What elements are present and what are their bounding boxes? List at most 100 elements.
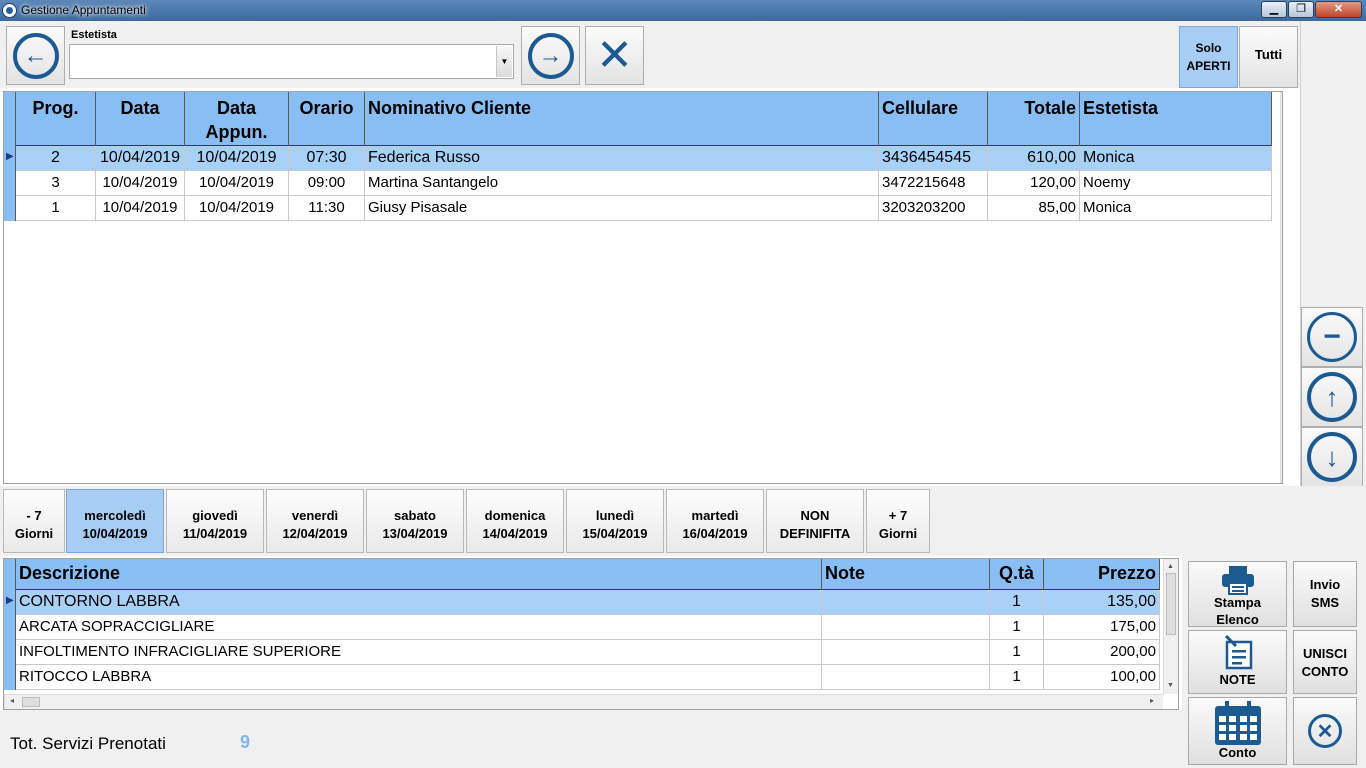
next-week-button[interactable]: + 7 Giorni xyxy=(866,489,930,553)
move-down-button[interactable]: ↓ xyxy=(1301,427,1363,487)
cell-data[interactable]: 10/04/2019 xyxy=(96,196,185,221)
col-descrizione[interactable]: Descrizione xyxy=(16,559,822,590)
unisci-conto-button[interactable]: UNISCI CONTO xyxy=(1293,630,1357,694)
cell-note[interactable] xyxy=(822,590,990,615)
cell-note[interactable] xyxy=(822,665,990,690)
day-button[interactable]: martedì 16/04/2019 xyxy=(666,489,764,553)
service-row[interactable]: RITOCCO LABBRA 1 100,00 xyxy=(4,665,1160,690)
service-row[interactable]: INFOLTIMENTO INFRACIGLIARE SUPERIORE 1 200… xyxy=(4,640,1160,665)
cell-desc[interactable]: CONTORNO LABBRA xyxy=(16,590,822,615)
cell-desc[interactable]: RITOCCO LABBRA xyxy=(16,665,822,690)
clear-button[interactable]: ✕ xyxy=(585,26,644,85)
appointment-row[interactable]: 1 10/04/2019 10/04/2019 11:30 Giusy Pisasale… xyxy=(4,196,1272,221)
services-grid[interactable]: Descrizione Note Q.tà Prezzo ▶ CONTORNO L… xyxy=(3,558,1179,710)
appointment-row[interactable]: ▶ 2 10/04/2019 10/04/2019 07:30 Federica Russ… xyxy=(4,146,1272,171)
services-hscroll[interactable]: ◂ ▸ xyxy=(4,694,1163,709)
col-note[interactable]: Note xyxy=(822,559,990,590)
cell-orario[interactable]: 11:30 xyxy=(289,196,365,221)
cell-nome[interactable]: Federica Russo xyxy=(365,146,879,171)
cell-estetista[interactable]: Monica xyxy=(1080,196,1272,221)
scroll-thumb[interactable] xyxy=(1166,573,1176,635)
cell-nome[interactable]: Martina Santangelo xyxy=(365,171,879,196)
day-button[interactable]: NON DEFINIFITA xyxy=(766,489,864,553)
appointments-grid[interactable]: Prog. Data Data Appun. Orario Nominativo… xyxy=(3,91,1283,484)
cell-nome[interactable]: Giusy Pisasale xyxy=(365,196,879,221)
row-indicator[interactable]: ▶ xyxy=(4,590,16,615)
tutti-button[interactable]: Tutti xyxy=(1239,26,1298,88)
maximize-button[interactable]: ❐ xyxy=(1288,1,1314,18)
appointments-scrollbar[interactable]: ▲ ▼ xyxy=(1280,92,1282,483)
col-nominativo[interactable]: Nominativo Cliente xyxy=(365,92,879,146)
minimize-button[interactable]: ▁ xyxy=(1261,1,1287,18)
cell-totale[interactable]: 85,00 xyxy=(988,196,1080,221)
cell-orario[interactable]: 09:00 xyxy=(289,171,365,196)
cell-prog[interactable]: 1 xyxy=(16,196,96,221)
cell-estetista[interactable]: Noemy xyxy=(1080,171,1272,196)
col-prog[interactable]: Prog. xyxy=(16,92,96,146)
row-indicator[interactable] xyxy=(4,615,16,640)
services-vscroll[interactable]: ▲ ▼ xyxy=(1163,559,1178,694)
solo-aperti-button[interactable]: Solo APERTI xyxy=(1179,26,1238,88)
col-totale[interactable]: Totale xyxy=(988,92,1080,146)
cell-note[interactable] xyxy=(822,640,990,665)
day-button[interactable]: giovedì 11/04/2019 xyxy=(166,489,264,553)
cell-data_app[interactable]: 10/04/2019 xyxy=(185,146,289,171)
exit-button[interactable]: ✕ xyxy=(1293,697,1357,765)
cell-data[interactable]: 10/04/2019 xyxy=(96,146,185,171)
col-prezzo[interactable]: Prezzo xyxy=(1044,559,1160,590)
row-indicator[interactable] xyxy=(4,665,16,690)
cell-prezzo[interactable]: 175,00 xyxy=(1044,615,1160,640)
cell-data_app[interactable]: 10/04/2019 xyxy=(185,171,289,196)
cell-desc[interactable]: INFOLTIMENTO INFRACIGLIARE SUPERIORE xyxy=(16,640,822,665)
cell-qta[interactable]: 1 xyxy=(990,590,1044,615)
cell-prezzo[interactable]: 100,00 xyxy=(1044,665,1160,690)
cell-qta[interactable]: 1 xyxy=(990,640,1044,665)
conto-button[interactable]: Conto xyxy=(1188,697,1287,765)
cell-qta[interactable]: 1 xyxy=(990,665,1044,690)
stampa-elenco-button[interactable]: Stampa Elenco xyxy=(1188,561,1287,627)
cell-prezzo[interactable]: 135,00 xyxy=(1044,590,1160,615)
col-data[interactable]: Data xyxy=(96,92,185,146)
cell-prog[interactable]: 2 xyxy=(16,146,96,171)
cell-totale[interactable]: 610,00 xyxy=(988,146,1080,171)
col-data-appun[interactable]: Data Appun. xyxy=(185,92,289,146)
cell-qta[interactable]: 1 xyxy=(990,615,1044,640)
invio-sms-button[interactable]: Invio SMS xyxy=(1293,561,1357,627)
cell-orario[interactable]: 07:30 xyxy=(289,146,365,171)
cell-cell[interactable]: 3472215648 xyxy=(879,171,988,196)
col-orario[interactable]: Orario xyxy=(289,92,365,146)
col-qta[interactable]: Q.tà xyxy=(990,559,1044,590)
row-indicator[interactable] xyxy=(4,640,16,665)
cell-note[interactable] xyxy=(822,615,990,640)
cell-cell[interactable]: 3203203200 xyxy=(879,196,988,221)
cell-estetista[interactable]: Monica xyxy=(1080,146,1272,171)
close-window-button[interactable]: ✕ xyxy=(1315,1,1362,18)
day-button[interactable]: sabato 13/04/2019 xyxy=(366,489,464,553)
day-button[interactable]: mercoledì 10/04/2019 xyxy=(66,489,164,553)
cell-cell[interactable]: 3436454545 xyxy=(879,146,988,171)
hscroll-thumb[interactable] xyxy=(22,697,40,707)
scroll-down-icon[interactable]: ▼ xyxy=(1167,682,1174,689)
note-button[interactable]: NOTE xyxy=(1188,630,1287,694)
chevron-down-icon[interactable]: ▼ xyxy=(496,46,512,77)
row-indicator[interactable] xyxy=(4,171,16,196)
cell-prog[interactable]: 3 xyxy=(16,171,96,196)
cell-data_app[interactable]: 10/04/2019 xyxy=(185,196,289,221)
day-button[interactable]: venerdì 12/04/2019 xyxy=(266,489,364,553)
col-cellulare[interactable]: Cellulare xyxy=(879,92,988,146)
back-button[interactable]: ← xyxy=(6,26,65,85)
cell-data[interactable]: 10/04/2019 xyxy=(96,171,185,196)
scroll-left-icon[interactable]: ◂ xyxy=(10,696,14,705)
service-row[interactable]: ARCATA SOPRACCIGLIARE 1 175,00 xyxy=(4,615,1160,640)
cell-desc[interactable]: ARCATA SOPRACCIGLIARE xyxy=(16,615,822,640)
row-indicator[interactable]: ▶ xyxy=(4,146,16,171)
row-indicator[interactable] xyxy=(4,196,16,221)
service-row[interactable]: ▶ CONTORNO LABBRA 1 135,00 xyxy=(4,590,1160,615)
remove-button[interactable]: − xyxy=(1301,307,1363,367)
cell-totale[interactable]: 120,00 xyxy=(988,171,1080,196)
cell-prezzo[interactable]: 200,00 xyxy=(1044,640,1160,665)
move-up-button[interactable]: ↑ xyxy=(1301,367,1363,427)
scroll-up-icon[interactable]: ▲ xyxy=(1167,563,1174,570)
day-button[interactable]: lunedì 15/04/2019 xyxy=(566,489,664,553)
estetista-combo[interactable]: ▼ xyxy=(69,44,514,79)
